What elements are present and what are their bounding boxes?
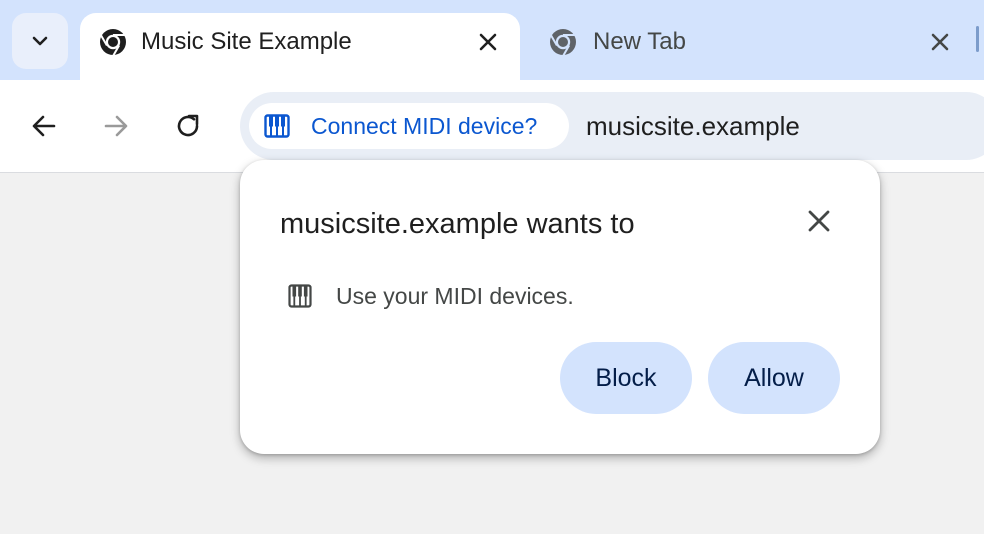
chevron-down-icon bbox=[32, 36, 48, 46]
close-tab-icon[interactable] bbox=[475, 29, 501, 55]
forward-button[interactable] bbox=[100, 110, 132, 142]
reload-button[interactable] bbox=[172, 110, 204, 142]
back-button[interactable] bbox=[28, 110, 60, 142]
close-dialog-button[interactable] bbox=[804, 206, 834, 236]
permission-dialog: musicsite.example wants to Use your MIDI… bbox=[240, 160, 880, 454]
close-tab-icon[interactable] bbox=[927, 29, 953, 55]
piano-keys-icon bbox=[288, 284, 312, 308]
tab-search-button[interactable] bbox=[12, 13, 68, 69]
reload-icon bbox=[177, 114, 199, 137]
omnibox[interactable]: Connect MIDI device? musicsite.example bbox=[240, 92, 984, 160]
dialog-heading: musicsite.example wants to bbox=[280, 208, 635, 240]
midi-permission-chip[interactable]: Connect MIDI device? bbox=[249, 103, 569, 149]
tab-title: Music Site Example bbox=[141, 28, 352, 55]
arrow-left-icon bbox=[32, 115, 56, 137]
chrome-icon bbox=[100, 29, 126, 57]
tab-separator bbox=[976, 26, 979, 52]
close-icon bbox=[808, 210, 830, 232]
chip-label: Connect MIDI device? bbox=[311, 113, 538, 139]
arrow-right-icon bbox=[104, 115, 128, 137]
url-text[interactable]: musicsite.example bbox=[586, 111, 800, 141]
chrome-icon bbox=[550, 29, 576, 57]
allow-button[interactable]: Allow bbox=[708, 342, 840, 414]
piano-keys-icon bbox=[264, 114, 290, 138]
tab-strip: Music Site Example New Tab bbox=[0, 0, 984, 80]
tab-title: New Tab bbox=[593, 28, 686, 55]
tab-music-site[interactable]: Music Site Example bbox=[80, 13, 520, 80]
tab-new-tab[interactable]: New Tab bbox=[530, 13, 970, 80]
block-button[interactable]: Block bbox=[560, 342, 692, 414]
permission-description: Use your MIDI devices. bbox=[336, 283, 574, 309]
